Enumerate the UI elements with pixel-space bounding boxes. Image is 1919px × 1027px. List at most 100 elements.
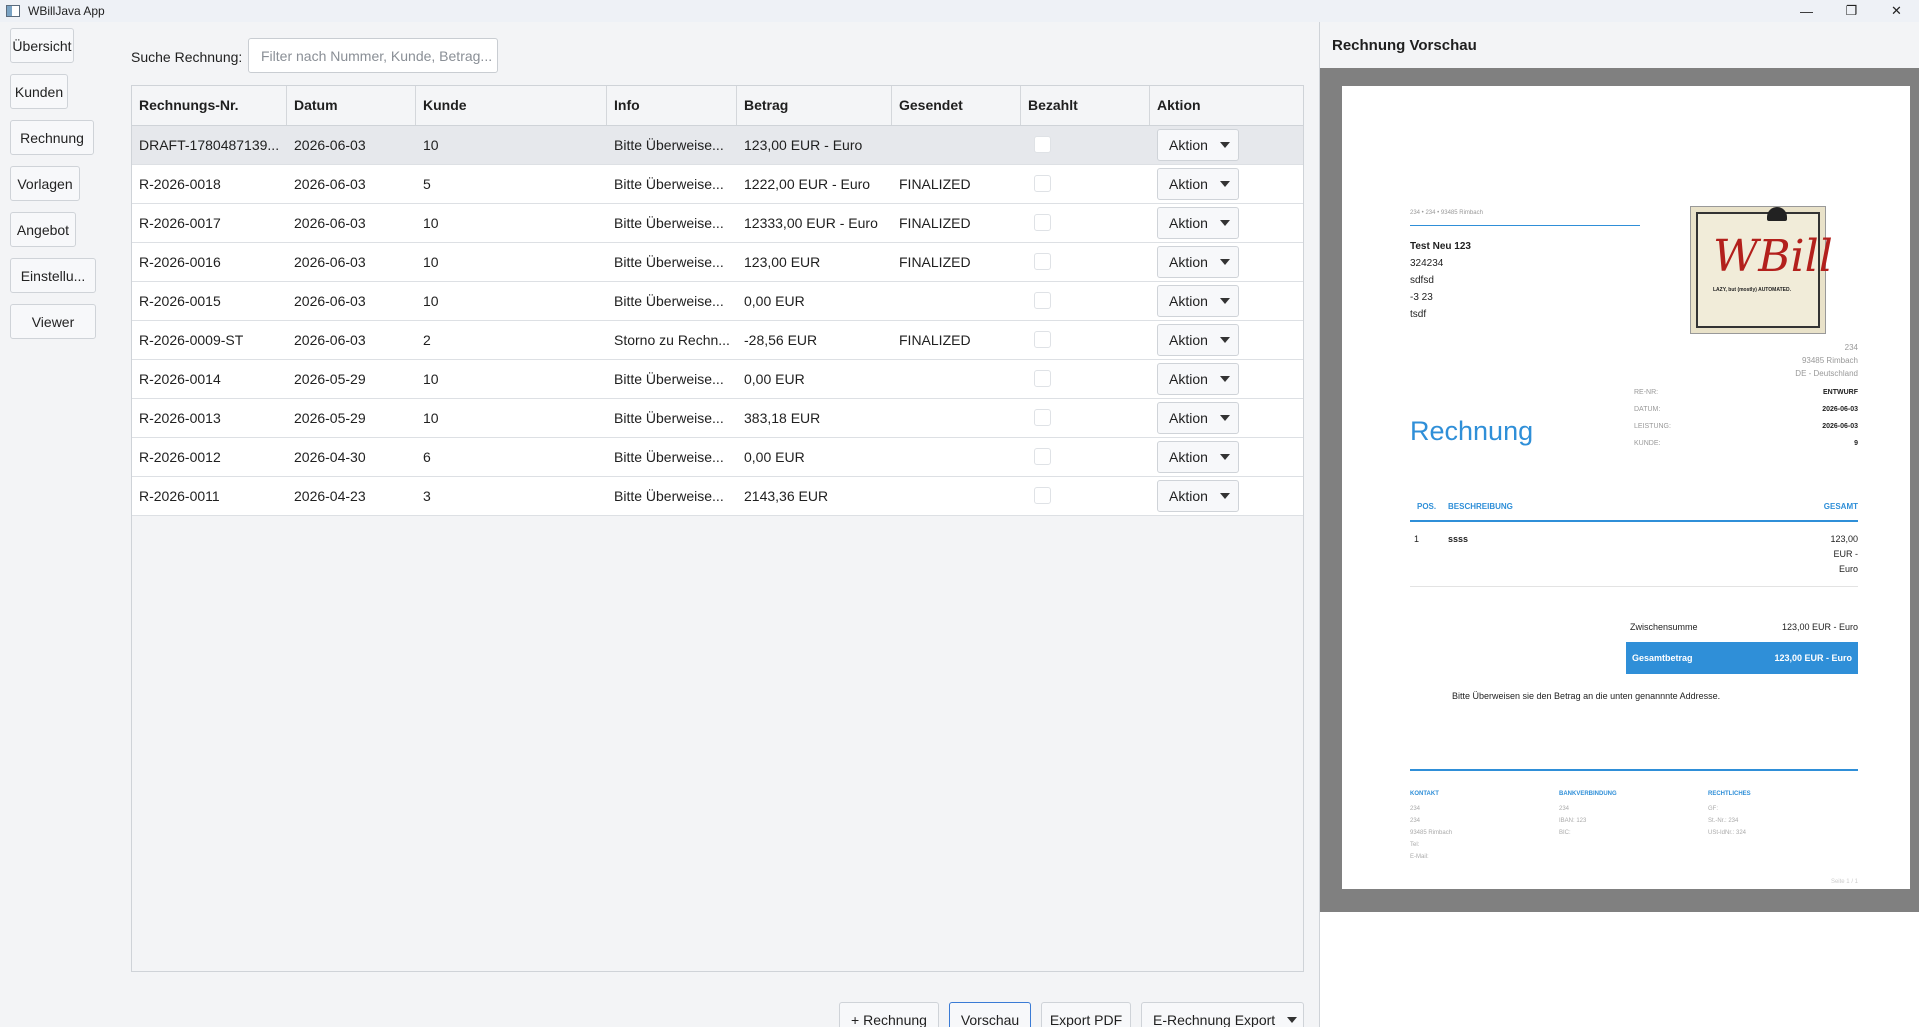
paid-checkbox[interactable] [1034,409,1051,426]
cell-kunde: 3 [423,488,431,504]
sidebar-item-vorlagen[interactable]: Vorlagen [10,166,80,201]
table-row[interactable]: R-2026-0013 2026-05-29 10 Bitte Überweise..… [132,399,1303,438]
sidebar-item-rechnung[interactable]: Rechnung [10,120,94,155]
cell-aktion: Aktion [1150,204,1303,242]
sidebar-item-einstellungen[interactable]: Einstellu... [10,258,96,293]
minimize-button[interactable]: — [1784,0,1829,22]
maximize-button[interactable]: ❐ [1829,0,1874,22]
cell-betrag: 0,00 EUR [744,371,805,387]
cell-datum: 2026-04-23 [294,488,366,504]
items-header-desc: BESCHREIBUNG [1448,502,1513,511]
sidebar-item-viewer[interactable]: Viewer [10,304,96,339]
column-header-aktion[interactable]: Aktion [1150,86,1303,125]
cell-info: Bitte Überweise... [614,371,724,387]
chevron-down-icon [1219,181,1230,187]
table-row[interactable]: DRAFT-1780487139... 2026-06-03 10 Bitte Übe… [132,126,1303,165]
footer-bank-line: IBAN: 123 [1559,818,1587,824]
sender-address-line: DE - Deutschland [1795,369,1858,378]
action-menu-button[interactable]: Aktion [1157,129,1239,161]
sidebar-item-uebersicht[interactable]: Übersicht [10,28,74,63]
invoice-table: Rechnungs-Nr. Datum Kunde Info Betrag Ge… [131,85,1304,972]
paid-checkbox[interactable] [1034,214,1051,231]
column-header-betrag[interactable]: Betrag [737,86,892,125]
invoice-page: 234 • 234 • 93485 Rimbach Test Neu 123 3… [1342,86,1910,889]
total-label: Gesamtbetrag [1632,653,1693,663]
chevron-down-icon [1219,454,1230,460]
paid-checkbox[interactable] [1034,370,1051,387]
chevron-down-icon [1219,259,1230,265]
action-menu-button[interactable]: Aktion [1157,207,1239,239]
action-menu-button[interactable]: Aktion [1157,324,1239,356]
table-row[interactable]: R-2026-0018 2026-06-03 5 Bitte Überweise...… [132,165,1303,204]
cell-invoice-nr: DRAFT-1780487139... [139,137,280,153]
chevron-down-icon [1219,298,1230,304]
action-menu-label: Aktion [1169,293,1208,309]
recipient-line: sdfsd [1410,275,1434,286]
table-row[interactable]: R-2026-0016 2026-06-03 10 Bitte Überweise..… [132,243,1303,282]
cell-datum: 2026-06-03 [294,137,366,153]
column-header-gesendet[interactable]: Gesendet [892,86,1021,125]
action-menu-label: Aktion [1169,488,1208,504]
table-row[interactable]: R-2026-0014 2026-05-29 10 Bitte Überweise..… [132,360,1303,399]
meta-value: 2026-06-03 [1822,406,1858,413]
action-menu-button[interactable]: Aktion [1157,480,1239,512]
paid-checkbox[interactable] [1034,448,1051,465]
new-invoice-button[interactable]: + Rechnung [839,1002,939,1027]
paid-checkbox[interactable] [1034,136,1051,153]
cell-aktion: Aktion [1150,360,1303,398]
footer-bank-line: 234 [1559,806,1570,812]
paid-checkbox[interactable] [1034,175,1051,192]
search-input[interactable] [248,38,498,73]
cell-datum: 2026-06-03 [294,293,366,309]
export-pdf-button[interactable]: Export PDF [1041,1002,1131,1027]
cell-bezahlt [1021,165,1150,203]
cell-kunde: 2 [423,332,431,348]
footer-kontakt-line: 93485 Rimbach [1410,830,1453,836]
cell-datum: 2026-06-03 [294,254,366,270]
cell-invoice-nr: R-2026-0009-ST [139,332,244,348]
paid-checkbox[interactable] [1034,331,1051,348]
table-row[interactable]: R-2026-0017 2026-06-03 10 Bitte Überweise..… [132,204,1303,243]
table-row[interactable]: R-2026-0015 2026-06-03 10 Bitte Überweise..… [132,282,1303,321]
cell-datum: 2026-06-03 [294,215,366,231]
column-header-info[interactable]: Info [607,86,737,125]
column-header-bezahlt[interactable]: Bezahlt [1021,86,1150,125]
logo-tagline: LAZY, but (mostly) AUTOMATED. [1713,287,1791,293]
table-row[interactable]: R-2026-0009-ST 2026-06-03 2 Storno zu Rechn… [132,321,1303,360]
column-header-nr[interactable]: Rechnungs-Nr. [132,86,287,125]
action-menu-button[interactable]: Aktion [1157,363,1239,395]
cell-bezahlt [1021,438,1150,476]
items-divider [1410,520,1858,522]
column-header-kunde[interactable]: Kunde [416,86,607,125]
table-row[interactable]: R-2026-0011 2026-04-23 3 Bitte Überweise...… [132,477,1303,516]
close-button[interactable]: ✕ [1874,0,1919,22]
company-logo: WBill LAZY, but (mostly) AUTOMATED. [1690,206,1833,334]
paid-checkbox[interactable] [1034,253,1051,270]
column-header-datum[interactable]: Datum [287,86,416,125]
action-menu-button[interactable]: Aktion [1157,168,1239,200]
paid-checkbox[interactable] [1034,292,1051,309]
action-menu-button[interactable]: Aktion [1157,441,1239,473]
recipient-line: -3 23 [1410,292,1433,303]
sidebar-item-angebot[interactable]: Angebot [10,212,76,247]
sidebar-item-kunden[interactable]: Kunden [10,74,68,109]
cell-invoice-nr: R-2026-0016 [139,254,221,270]
action-menu-button[interactable]: Aktion [1157,285,1239,317]
action-menu-button[interactable]: Aktion [1157,402,1239,434]
action-menu-button[interactable]: Aktion [1157,246,1239,278]
cell-gesendet [892,282,1021,320]
paid-checkbox[interactable] [1034,487,1051,504]
e-invoice-export-button[interactable]: E-Rechnung Export [1141,1002,1304,1027]
preview-button[interactable]: Vorschau [949,1002,1031,1027]
cell-invoice-nr: R-2026-0011 [139,488,220,504]
preview-viewport[interactable]: 234 • 234 • 93485 Rimbach Test Neu 123 3… [1320,68,1919,912]
table-row[interactable]: R-2026-0012 2026-04-30 6 Bitte Überweise...… [132,438,1303,477]
action-menu-label: Aktion [1169,176,1208,192]
title-bar: WBillJava App — ❐ ✕ [0,0,1919,22]
footer-bank-title: BANKVERBINDUNG [1559,791,1617,797]
preview-title: Rechnung Vorschau [1332,37,1477,54]
cell-invoice-nr: R-2026-0013 [139,410,221,426]
meta-value: 9 [1854,440,1858,447]
cell-bezahlt [1021,126,1150,164]
cell-aktion: Aktion [1150,438,1303,476]
